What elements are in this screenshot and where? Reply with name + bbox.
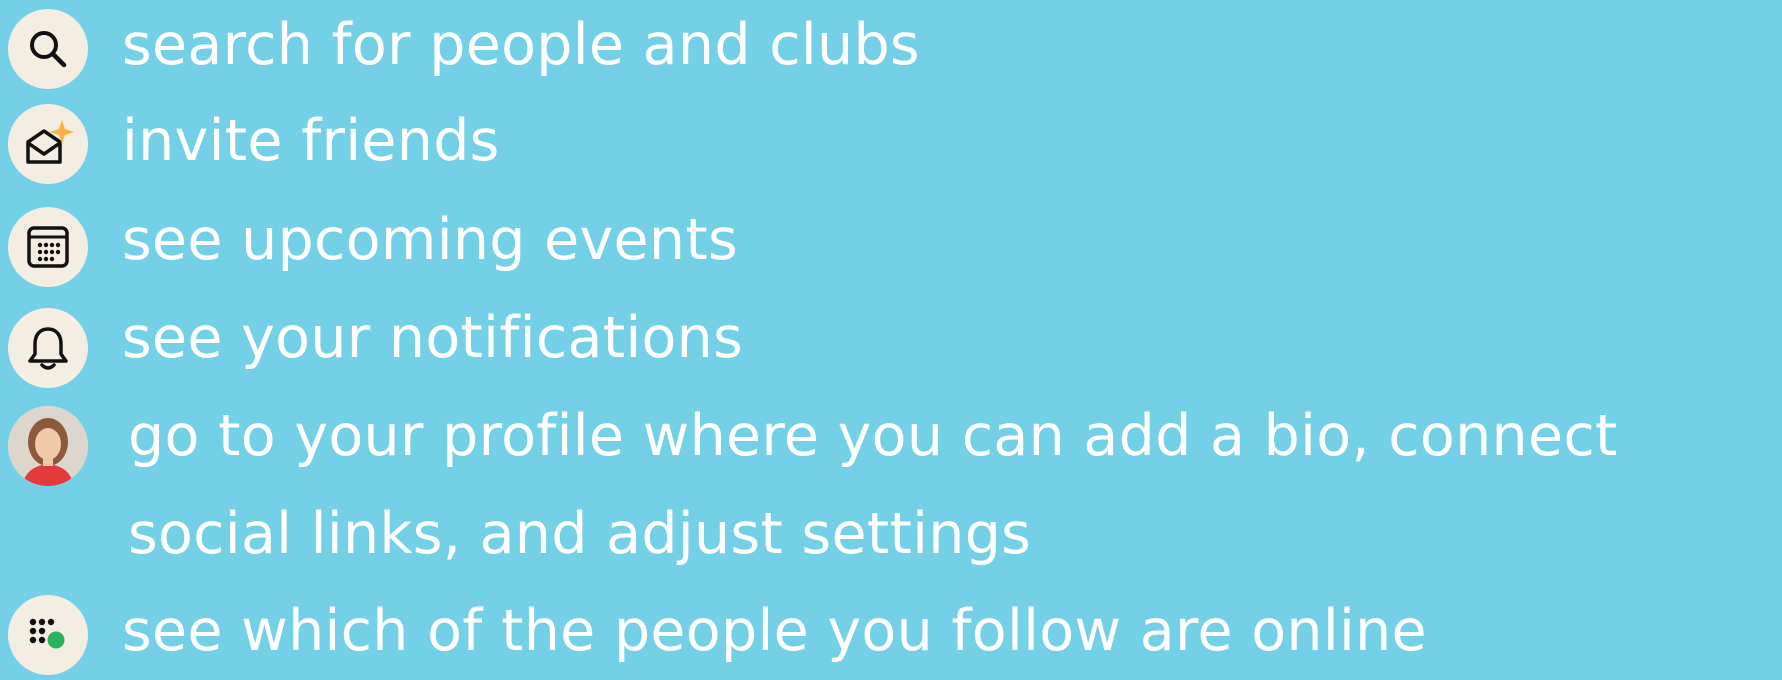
list-item-label: see your notifications (122, 305, 744, 371)
list-item-label: invite friends (122, 108, 500, 174)
list-item-label: go to your profile where you can add a b… (128, 403, 1618, 567)
online-grid-dot-icon[interactable] (8, 595, 88, 675)
invite-envelope-sparkle-icon[interactable] (8, 104, 88, 184)
bell-icon[interactable] (8, 308, 88, 388)
profile-avatar[interactable] (8, 406, 88, 486)
search-icon[interactable] (8, 9, 88, 89)
list-item-label: search for people and clubs (122, 12, 920, 78)
calendar-icon[interactable] (8, 207, 88, 287)
list-item-label: see upcoming events (122, 207, 739, 273)
list-item-label: see which of the people you follow are o… (122, 598, 1427, 664)
